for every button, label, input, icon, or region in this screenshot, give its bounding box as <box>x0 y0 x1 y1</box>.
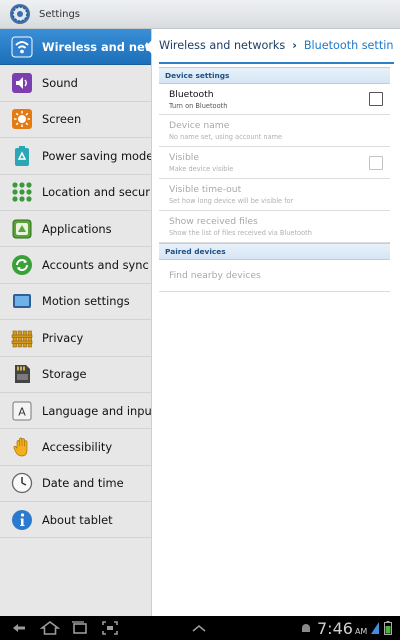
breadcrumb-separator: › <box>292 39 297 52</box>
settings-category-list: Wireless and networks Sound Screen <box>0 29 152 616</box>
clock-time: 7:46 <box>317 618 353 638</box>
bluetooth-checkbox[interactable] <box>369 92 383 106</box>
row-title: Device name <box>169 120 230 131</box>
find-nearby-devices-row: Find nearby devices <box>159 260 390 292</box>
bluetooth-toggle-row[interactable]: Bluetooth Turn on Bluetooth <box>159 84 390 115</box>
home-icon[interactable] <box>40 620 60 636</box>
sidebar-item-privacy[interactable]: Privacy <box>0 320 151 357</box>
visible-timeout-row: Visible time-out Set how long device wil… <box>159 179 390 211</box>
row-title: Show received files <box>169 216 258 227</box>
status-clock: 7:46 AM <box>317 616 367 640</box>
applications-icon <box>12 219 32 239</box>
sidebar-item-label: Sound <box>42 76 78 91</box>
row-title: Find nearby devices <box>169 270 261 281</box>
sidebar-item-storage[interactable]: Storage <box>0 357 151 393</box>
motion-tablet-icon <box>13 294 31 309</box>
sidebar-item-language-input[interactable]: A Language and input <box>0 393 151 430</box>
signal-icon <box>371 622 379 634</box>
location-grid-icon <box>12 182 32 202</box>
sidebar-item-label: Power saving mode <box>42 148 151 163</box>
sidebar-item-label: Accessibility <box>42 439 113 454</box>
sidebar-item-power-saving[interactable]: Power saving mode <box>0 138 151 175</box>
system-bar: 7:46 AM <box>0 616 400 640</box>
detail-pane: Wireless and networks › Bluetooth settin… <box>153 29 400 616</box>
settings-gear-icon <box>10 4 30 24</box>
sidebar-item-label: Motion settings <box>42 294 130 309</box>
title-bar: Settings <box>0 0 400 29</box>
info-icon <box>12 509 32 530</box>
keyboard-a-icon: A <box>12 401 32 421</box>
battery-recycle-icon <box>15 145 29 166</box>
sidebar-item-label: Privacy <box>42 330 84 345</box>
device-name-row: Device name No name set, using account n… <box>159 115 390 147</box>
android-notification-icon <box>302 624 310 632</box>
sidebar-item-label: Applications <box>42 221 112 236</box>
sidebar-item-label: Language and input <box>42 403 151 418</box>
sidebar-item-location-security[interactable]: Location and security <box>0 175 151 211</box>
clock-icon <box>11 473 33 494</box>
recent-apps-icon[interactable] <box>70 620 90 636</box>
sidebar-item-wireless[interactable]: Wireless and networks <box>0 29 151 66</box>
show-received-files-row: Show received files Show the list of fil… <box>159 211 390 243</box>
sidebar-item-motion[interactable]: Motion settings <box>0 284 151 321</box>
row-subtitle: Make device visible <box>169 165 234 173</box>
visible-row: Visible Make device visible <box>159 147 390 179</box>
row-subtitle: No name set, using account name <box>169 133 283 141</box>
sd-card-icon <box>15 365 30 384</box>
speaker-icon <box>12 73 32 94</box>
sidebar-item-applications[interactable]: Applications <box>0 211 151 248</box>
selection-pointer <box>145 38 154 56</box>
row-title: Visible <box>169 152 200 163</box>
chevron-up-icon[interactable] <box>191 623 207 633</box>
brightness-icon <box>12 109 32 130</box>
battery-icon <box>384 621 392 635</box>
hand-icon <box>13 437 28 457</box>
breadcrumb-parent[interactable]: Wireless and networks <box>159 39 285 52</box>
sidebar-item-about[interactable]: About tablet <box>0 502 151 539</box>
sidebar-item-accessibility[interactable]: Accessibility <box>0 429 151 466</box>
sidebar-item-sound[interactable]: Sound <box>0 65 151 102</box>
visible-checkbox <box>369 155 383 170</box>
sidebar-item-label: Date and time <box>42 476 124 491</box>
sidebar-item-label: Accounts and sync <box>42 258 149 273</box>
screenshot-icon[interactable] <box>100 620 120 636</box>
svg-text:A: A <box>18 405 26 418</box>
row-title: Bluetooth <box>169 88 214 100</box>
breadcrumb-current: Bluetooth settings <box>303 39 394 52</box>
row-subtitle: Turn on Bluetooth <box>169 101 228 110</box>
privacy-fence-icon <box>11 330 33 348</box>
sidebar-item-label: Screen <box>42 112 82 127</box>
sidebar-item-date-time[interactable]: Date and time <box>0 466 151 503</box>
sidebar-item-screen[interactable]: Screen <box>0 102 151 139</box>
section-header-paired-devices: Paired devices <box>159 243 390 260</box>
sidebar-item-label: Wireless and networks <box>42 39 151 54</box>
breadcrumb: Wireless and networks › Bluetooth settin… <box>159 29 394 64</box>
row-subtitle: Set how long device will be visible for <box>169 197 294 205</box>
back-icon[interactable] <box>10 620 30 636</box>
sidebar-item-label: Location and security <box>42 185 151 200</box>
section-header-device-settings: Device settings <box>159 67 390 84</box>
sidebar-item-accounts-sync[interactable]: Accounts and sync <box>0 247 151 284</box>
row-title: Visible time-out <box>169 184 242 195</box>
sidebar-item-label: About tablet <box>42 512 113 527</box>
sidebar-item-label: Storage <box>42 367 87 382</box>
wifi-icon <box>11 36 33 58</box>
row-subtitle: Show the list of files received via Blue… <box>169 229 312 237</box>
app-title: Settings <box>39 8 81 20</box>
clock-ampm: AM <box>354 626 368 636</box>
sync-icon <box>12 255 32 276</box>
